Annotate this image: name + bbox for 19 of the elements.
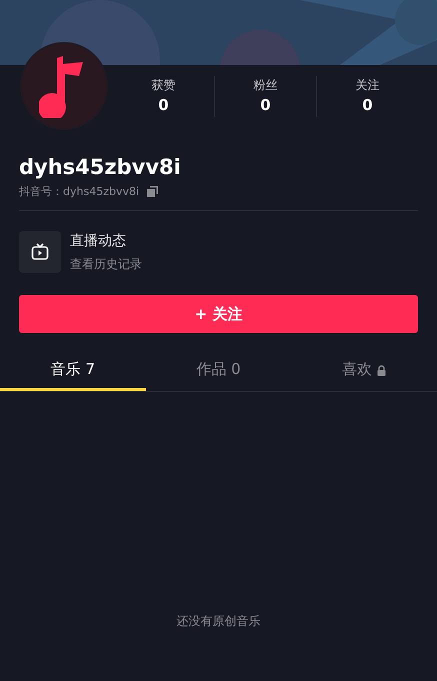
tab[interactable]: 音乐 7 <box>0 351 146 392</box>
tab[interactable]: 作品 0 <box>146 351 292 392</box>
username: dyhs45zbvv8i <box>19 154 182 180</box>
live-button[interactable] <box>19 231 61 274</box>
stat-value: 0 <box>362 95 373 116</box>
follow-button[interactable]: + 关注 <box>19 295 418 334</box>
stat-value: 0 <box>260 95 271 116</box>
live-subtitle: 查看历史记录 <box>70 256 142 274</box>
stat-value: 0 <box>158 95 169 116</box>
stat-label: 获赞 <box>152 77 176 94</box>
tab[interactable]: 喜欢 <box>291 351 437 392</box>
live-title[interactable]: 直播动态 <box>70 231 142 252</box>
tv-icon <box>31 243 49 262</box>
lock-icon <box>377 364 386 376</box>
empty-message: 还没有原创音乐 <box>176 613 262 630</box>
copy-icon[interactable] <box>147 186 158 198</box>
user-id: 抖音号：dyhs45zbvv8i <box>19 184 140 200</box>
stat-label: 粉丝 <box>254 77 278 94</box>
stat-label: 关注 <box>356 77 380 94</box>
